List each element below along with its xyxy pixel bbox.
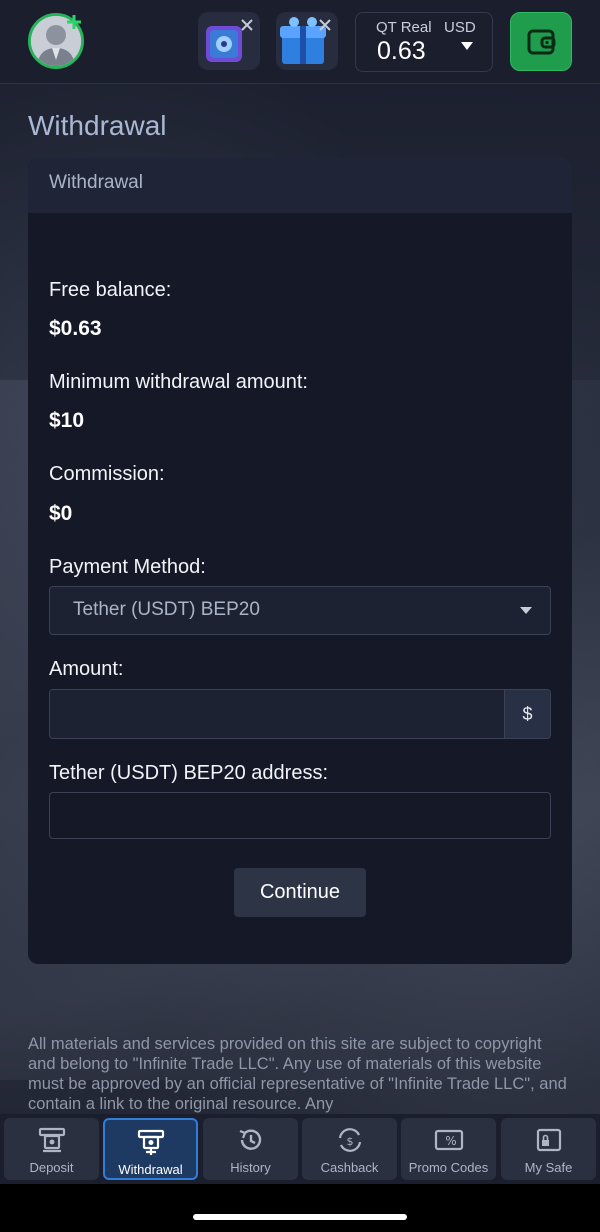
chevron-down-icon xyxy=(520,607,532,614)
amount-field: $ xyxy=(49,689,551,739)
min-withdrawal-value: $10 xyxy=(49,409,85,432)
nav-label: Promo Codes xyxy=(408,1160,489,1175)
nav-label: Withdrawal xyxy=(118,1162,183,1177)
card-header: Withdrawal xyxy=(28,158,572,213)
withdrawal-icon xyxy=(137,1129,164,1155)
min-withdrawal-label: Minimum withdrawal amount: xyxy=(49,371,308,393)
nav-history[interactable]: History xyxy=(203,1118,298,1180)
payment-method-value: Tether (USDT) BEP20 xyxy=(73,599,260,620)
balance-amount: 0.63 xyxy=(377,37,426,65)
cashback-icon: $ xyxy=(338,1128,361,1152)
chevron-down-icon xyxy=(461,42,473,50)
nav-deposit[interactable]: Deposit xyxy=(4,1118,99,1180)
system-home-area xyxy=(0,1184,600,1232)
deposit-icon xyxy=(38,1127,65,1153)
commission-value: $0 xyxy=(49,502,73,525)
nav-promo-codes[interactable]: % Promo Codes xyxy=(401,1118,496,1180)
history-icon xyxy=(239,1129,261,1150)
home-indicator[interactable] xyxy=(193,1214,407,1220)
account-type: QT Real xyxy=(376,19,432,36)
wallet-icon xyxy=(527,29,556,55)
address-label: Tether (USDT) BEP20 address: xyxy=(49,762,328,784)
address-input[interactable] xyxy=(49,792,551,839)
payment-method-label: Payment Method: xyxy=(49,556,206,578)
nav-label: History xyxy=(230,1160,271,1175)
safe-promo-tile[interactable] xyxy=(198,12,260,70)
top-bar: QT Real USD 0.63 xyxy=(0,0,600,84)
withdrawal-card: Withdrawal Free balance: $0.63 Minimum w… xyxy=(28,158,572,964)
close-icon[interactable] xyxy=(318,18,332,32)
gift-promo-tile[interactable] xyxy=(276,12,338,70)
nav-cashback[interactable]: $ Cashback xyxy=(302,1118,397,1180)
free-balance-label: Free balance: xyxy=(49,279,172,301)
balance-selector[interactable]: QT Real USD 0.63 xyxy=(355,12,493,72)
currency: USD xyxy=(444,19,476,36)
nav-label: Cashback xyxy=(320,1160,379,1175)
continue-button[interactable]: Continue xyxy=(234,868,366,917)
svg-text:%: % xyxy=(445,1134,456,1148)
my-safe-icon xyxy=(536,1128,561,1152)
bottom-nav: Deposit Withdrawal History $ Cashback % xyxy=(0,1114,600,1184)
nav-my-safe[interactable]: My Safe xyxy=(501,1118,596,1180)
amount-input[interactable] xyxy=(50,690,505,738)
free-balance-value: $0.63 xyxy=(49,317,102,340)
nav-label: My Safe xyxy=(524,1160,573,1175)
wallet-button[interactable] xyxy=(510,12,572,71)
currency-addon: $ xyxy=(504,690,550,738)
add-plus-icon[interactable] xyxy=(66,14,82,30)
amount-label: Amount: xyxy=(49,658,124,680)
nav-withdrawal[interactable]: Withdrawal xyxy=(103,1118,198,1180)
nav-label: Deposit xyxy=(29,1160,74,1175)
promo-codes-icon: % xyxy=(434,1129,463,1151)
page-title: Withdrawal xyxy=(28,110,167,141)
close-icon[interactable] xyxy=(240,18,254,32)
footer-copyright-text: All materials and services provided on t… xyxy=(28,1035,567,1113)
commission-label: Commission: xyxy=(49,463,165,485)
payment-method-select[interactable]: Tether (USDT) BEP20 xyxy=(49,586,551,635)
svg-text:$: $ xyxy=(346,1135,353,1148)
